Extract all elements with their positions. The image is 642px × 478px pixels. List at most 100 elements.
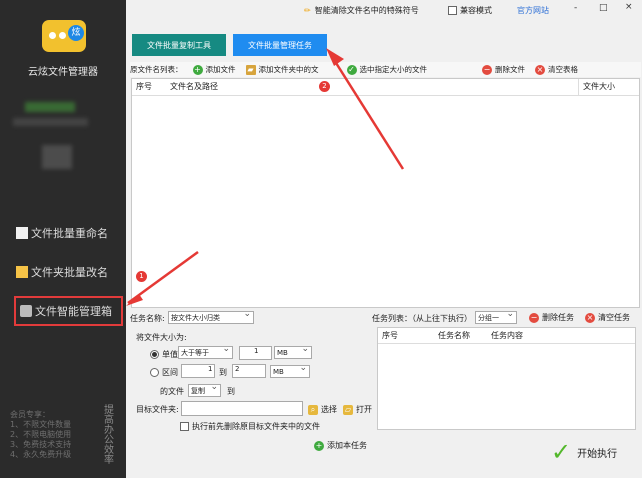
blurred-image-icon xyxy=(42,145,72,169)
action-to-label: 到 xyxy=(227,387,235,396)
group-select[interactable]: 分组一 xyxy=(475,309,517,324)
add-file-button[interactable]: + 添加文件 xyxy=(192,64,236,75)
folder-search-icon: ⌕ xyxy=(308,404,318,415)
sidebar-item-rename-files[interactable]: 文件批量重命名 xyxy=(16,225,108,241)
start-label: 开始执行 xyxy=(577,448,618,460)
minus-icon: − xyxy=(482,64,492,75)
blurred-row-icon xyxy=(25,102,75,112)
sidebar: 炫 云炫文件管理器 文件批量重命名 文件夹批量改名 文件智能管理箱 会员专享： … xyxy=(0,0,126,478)
add-folder-button[interactable]: ▰ 添加文件夹中的文 xyxy=(245,64,319,75)
open-folder-icon: ▱ xyxy=(343,404,353,415)
sidebar-item-label: 文件夹批量改名 xyxy=(31,266,108,279)
range-unit-select[interactable]: MB xyxy=(270,363,310,378)
copy-tool-tab[interactable]: 文件批量复制工具 xyxy=(132,34,226,56)
check-icon: ✓ xyxy=(346,64,357,75)
range-from-input[interactable]: 1 xyxy=(181,364,215,378)
sidebar-item-rename-folders[interactable]: 文件夹批量改名 xyxy=(16,264,108,280)
minus-icon: − xyxy=(529,312,539,323)
action-select[interactable]: 复制 xyxy=(188,382,221,397)
unit-select[interactable]: MB xyxy=(274,344,312,359)
clear-task-button[interactable]: × 清空任务 xyxy=(585,312,630,323)
delete-file-button[interactable]: − 删除文件 xyxy=(482,64,525,75)
task-name-field: 任务名称: 按文件大小归类 xyxy=(130,309,254,324)
start-button[interactable]: ✓ 开始执行 xyxy=(539,436,632,468)
open-label: 打开 xyxy=(356,405,372,414)
open-folder-button[interactable]: ▱ 打开 xyxy=(343,404,372,415)
app-name: 云炫文件管理器 xyxy=(28,67,98,78)
sidebar-item-label: 文件智能管理箱 xyxy=(35,305,112,318)
document-icon xyxy=(16,227,28,239)
close-icon: × xyxy=(585,312,595,323)
select-by-size-button[interactable]: ✓ 选中指定大小的文件 xyxy=(346,64,428,75)
blurred-row-icon xyxy=(13,118,88,126)
marker-2: 2 xyxy=(319,81,330,92)
close-icon: × xyxy=(535,64,545,75)
add-task-label: 添加本任务 xyxy=(327,441,367,450)
target-folder-input[interactable] xyxy=(181,401,303,416)
source-list-label: 原文件名列表： xyxy=(130,65,183,74)
table-header: 文件名及路径 xyxy=(170,82,218,91)
plus-icon: + xyxy=(192,64,203,75)
member-line: 4、永久免费升级 xyxy=(10,450,72,459)
gamepad-icon xyxy=(20,305,32,317)
member-line: 会员专享： xyxy=(10,410,50,419)
single-value-radio[interactable]: 单值 xyxy=(150,349,178,360)
value-input[interactable]: 1 xyxy=(239,346,272,360)
range-radio[interactable]: 区间 xyxy=(150,367,178,378)
vertical-slogan: 提高办公效率 xyxy=(104,405,114,466)
special-symbols-label: 智能清除文件名中的特殊符号 xyxy=(314,6,419,15)
table-header: 序号 xyxy=(382,331,398,340)
checkbox[interactable] xyxy=(180,422,189,431)
clear-table-button[interactable]: × 清空表格 xyxy=(535,64,578,75)
to-label: 到 xyxy=(219,368,227,377)
clear-task-label: 清空任务 xyxy=(598,313,630,322)
task-list-label: 任务列表：（从上往下执行） xyxy=(372,314,472,323)
compat-toggle[interactable]: 兼容模式 xyxy=(448,5,492,16)
sidebar-item-smart-manager[interactable]: 文件智能管理箱 xyxy=(14,296,123,326)
choose-label: 选择 xyxy=(321,405,337,414)
minimize-button[interactable]: - xyxy=(574,3,577,13)
task-table[interactable]: 序号 任务名称 任务内容 xyxy=(377,327,636,430)
maximize-button[interactable]: □ xyxy=(599,3,608,13)
special-symbols-link[interactable]: ✏ 智能清除文件名中的特殊符号 xyxy=(304,5,419,16)
manage-task-tab[interactable]: 文件批量管理任务 xyxy=(233,34,327,56)
file-table[interactable]: 序号 文件名及路径 文件大小 xyxy=(131,78,640,308)
table-header: 任务内容 xyxy=(491,331,523,340)
task-name-label: 任务名称: xyxy=(130,314,165,323)
task-name-select[interactable]: 按文件大小归类 xyxy=(168,309,254,324)
delete-before-label: 执行前先删除原目标文件夹中的文件 xyxy=(192,422,320,431)
target-folder-label: 目标文件夹: xyxy=(136,405,179,414)
close-button[interactable]: × xyxy=(625,2,633,12)
clear-table-label: 清空表格 xyxy=(548,65,578,74)
checkbox[interactable] xyxy=(448,6,457,15)
range-label: 区间 xyxy=(162,368,178,377)
delete-task-button[interactable]: − 删除任务 xyxy=(529,312,574,323)
size-label: 将文件大小为: xyxy=(136,333,187,342)
table-header: 任务名称 xyxy=(438,331,470,340)
select-by-size-label: 选中指定大小的文件 xyxy=(359,65,428,74)
delete-before-checkbox[interactable]: 执行前先删除原目标文件夹中的文件 xyxy=(180,421,320,432)
compare-select[interactable]: 大于等于 xyxy=(178,344,233,359)
member-line: 1、不限文件数量 xyxy=(10,420,72,429)
marker-1: 1 xyxy=(136,271,147,282)
folder-icon xyxy=(16,266,28,278)
member-line: 3、免费技术支持 xyxy=(10,440,72,449)
radio[interactable] xyxy=(150,368,159,377)
add-file-label: 添加文件 xyxy=(205,65,236,74)
add-task-button[interactable]: + 添加本任务 xyxy=(314,440,367,451)
member-benefits: 会员专享： 1、不限文件数量 2、不限电脑使用 3、免费技术支持 4、永久免费升… xyxy=(10,410,71,460)
table-header: 序号 xyxy=(136,82,152,91)
choose-folder-button[interactable]: ⌕ 选择 xyxy=(308,404,337,415)
add-folder-label: 添加文件夹中的文 xyxy=(258,65,319,74)
checkmark-icon: ✓ xyxy=(551,438,572,466)
compat-label: 兼容模式 xyxy=(460,6,492,15)
official-site-link[interactable]: 官方网站 xyxy=(517,5,549,16)
toolbar: 原文件名列表： + 添加文件 ▰ 添加文件夹中的文 ✓ 选中指定大小的文件 − 删除文件… xyxy=(130,62,641,77)
member-line: 2、不限电脑使用 xyxy=(10,430,72,439)
app-logo: 炫 xyxy=(42,20,86,52)
single-value-label: 单值 xyxy=(162,350,178,359)
radio[interactable] xyxy=(150,350,159,359)
sidebar-item-label: 文件批量重命名 xyxy=(31,227,108,240)
folder-icon: ▰ xyxy=(245,64,256,75)
range-to-input[interactable]: 2 xyxy=(232,364,266,378)
